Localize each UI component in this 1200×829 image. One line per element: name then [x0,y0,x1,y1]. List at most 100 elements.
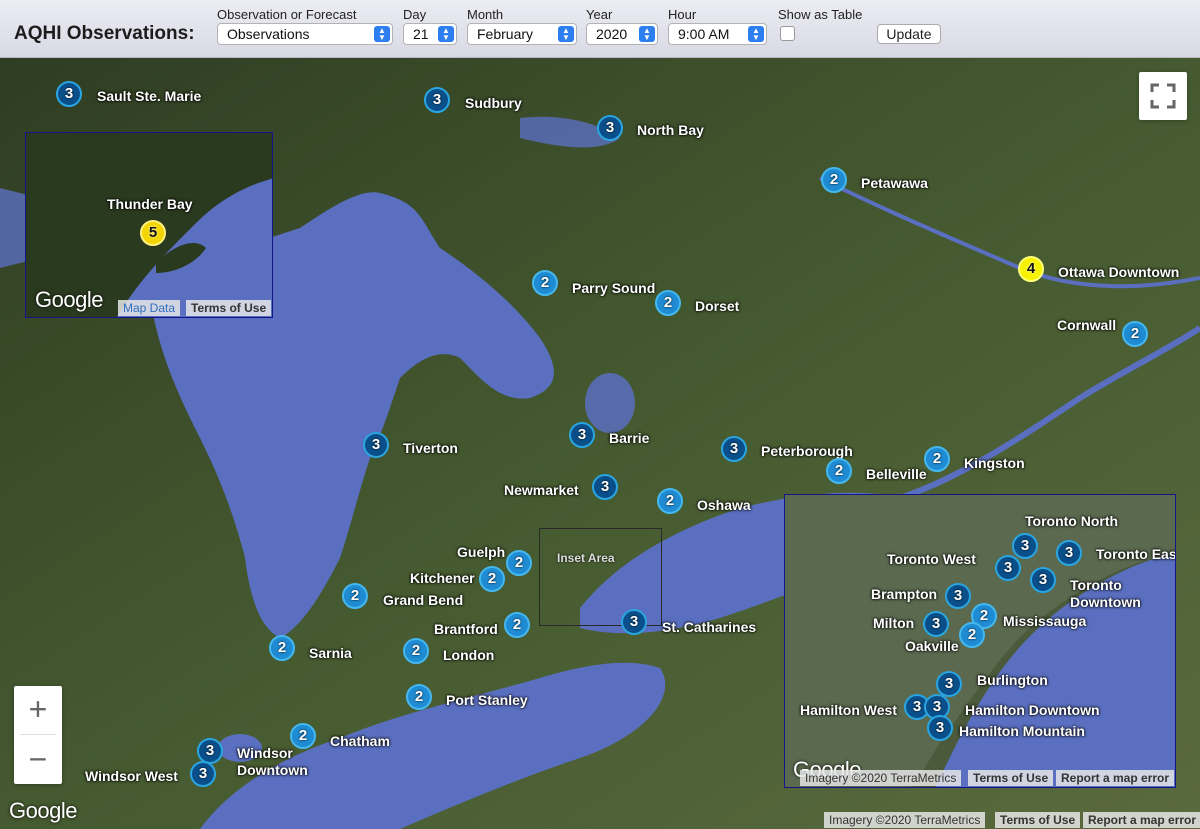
inset-area-label: Inset Area [557,551,615,565]
map[interactable]: 5 Thunder Bay Google Map Data Terms of U… [0,58,1200,829]
terms-of-use-link[interactable]: Terms of Use [968,770,1054,786]
aqhi-marker-belleville[interactable]: 2 [826,458,852,484]
city-label-oakville: Oakville [905,638,959,654]
select-arrows-icon: ▲ ▼ [558,26,574,42]
month-label: Month [467,7,504,22]
aqhi-marker-ottawa-downtown[interactable]: 4 [1018,256,1044,282]
hour-select[interactable]: 9:00 AM ▲ ▼ [668,23,767,45]
zoom-controls: + − [14,686,62,784]
aqhi-marker-london[interactable]: 2 [403,638,429,664]
toronto-inset[interactable]: 3 Toronto North 3 Toronto West 3 Toronto… [784,494,1176,788]
aqhi-marker-toronto-east[interactable]: 3 [1056,540,1082,566]
city-label-oshawa: Oshawa [697,497,751,513]
city-label-dorset: Dorset [695,298,740,314]
month-select[interactable]: February ▲ ▼ [467,23,577,45]
city-label-kingston: Kingston [964,455,1025,471]
city-label-barrie: Barrie [609,430,650,446]
obs-forecast-label: Observation or Forecast [217,7,357,22]
page-title: AQHI Observations: [14,23,195,44]
city-label-windsor-west: Windsor West [85,768,178,784]
aqhi-marker-sarnia[interactable]: 2 [269,635,295,661]
city-label-toronto-downtown: Toronto Downtown [1070,577,1141,610]
aqhi-marker-milton[interactable]: 3 [923,611,949,637]
select-arrows-icon: ▲ ▼ [748,26,764,42]
aqhi-marker-parry-sound[interactable]: 2 [532,270,558,296]
aqhi-marker-toronto-north[interactable]: 3 [1012,533,1038,559]
city-label-peterborough: Peterborough [761,443,853,459]
aqhi-marker-toronto-west[interactable]: 3 [995,555,1021,581]
aqhi-marker-oakville[interactable]: 2 [959,622,985,648]
hour-value: 9:00 AM [678,26,730,42]
zoom-in-button[interactable]: + [14,686,62,734]
aqhi-marker-st-catharines[interactable]: 3 [621,609,647,635]
imagery-attribution: Imagery ©2020 TerraMetrics [824,812,986,828]
aqhi-marker-newmarket[interactable]: 3 [592,474,618,500]
aqhi-marker-petawawa[interactable]: 2 [821,167,847,193]
aqhi-marker-peterborough[interactable]: 3 [721,436,747,462]
city-label-parry-sound: Parry Sound [572,280,656,296]
city-label-chatham: Chatham [330,733,390,749]
aqhi-marker-kitchener[interactable]: 2 [479,566,505,592]
imagery-attribution: Imagery ©2020 TerraMetrics [800,770,962,786]
thunder-bay-inset[interactable]: 5 Thunder Bay Google Map Data Terms of U… [25,132,273,318]
update-button[interactable]: Update [877,24,941,44]
day-value: 21 [413,26,429,42]
aqhi-marker-burlington[interactable]: 3 [936,671,962,697]
city-label-ottawa-downtown: Ottawa Downtown [1058,264,1180,280]
obs-forecast-select[interactable]: Observations ▲ ▼ [217,23,393,45]
report-map-error-link[interactable]: Report a map error [1083,812,1200,828]
city-label-sarnia: Sarnia [309,645,352,661]
fullscreen-button[interactable] [1139,72,1187,120]
city-label-thunder-bay: Thunder Bay [107,196,193,212]
map-data-link[interactable]: Map Data [118,300,181,316]
aqhi-marker-oshawa[interactable]: 2 [657,488,683,514]
aqhi-marker-hamilton-mountain[interactable]: 3 [927,715,953,741]
inset-area-box [539,528,662,626]
aqhi-marker-port-stanley[interactable]: 2 [406,684,432,710]
year-label: Year [586,7,613,22]
city-label-milton: Milton [873,615,915,631]
year-select[interactable]: 2020 ▲ ▼ [586,23,658,45]
hour-label: Hour [668,7,697,22]
aqhi-marker-windsor-west[interactable]: 3 [190,761,216,787]
city-label-kitchener: Kitchener [410,570,475,586]
aqhi-marker-brantford[interactable]: 2 [504,612,530,638]
select-arrows-icon: ▲ ▼ [374,26,390,42]
city-label-cornwall: Cornwall [1057,317,1117,333]
show-table-checkbox[interactable] [780,26,795,41]
aqhi-marker-tiverton[interactable]: 3 [363,432,389,458]
aqhi-marker-barrie[interactable]: 3 [569,422,595,448]
terms-of-use-link[interactable]: Terms of Use [995,812,1081,828]
aqhi-marker-kingston[interactable]: 2 [924,446,950,472]
aqhi-marker-sudbury[interactable]: 3 [424,87,450,113]
toolbar: AQHI Observations: Observation or Foreca… [0,0,1200,58]
report-map-error-link[interactable]: Report a map error [1056,770,1175,786]
city-label-hamilton-mountain: Hamilton Mountain [959,723,1085,739]
aqhi-marker-brampton[interactable]: 3 [945,583,971,609]
terms-of-use-link[interactable]: Terms of Use [186,300,272,316]
city-label-toronto-north: Toronto North [1025,513,1119,529]
aqhi-marker-dorset[interactable]: 2 [655,290,681,316]
year-value: 2020 [596,26,628,42]
city-label-london: London [443,647,495,663]
aqhi-marker-toronto-downtown[interactable]: 3 [1030,567,1056,593]
aqhi-marker-north-bay[interactable]: 3 [597,115,623,141]
city-label-hamilton-west: Hamilton West [800,702,897,718]
city-label-brampton: Brampton [871,586,938,602]
obs-forecast-value: Observations [227,26,310,42]
aqhi-marker-guelph[interactable]: 2 [506,550,532,576]
aqhi-marker-grand-bend[interactable]: 2 [342,583,368,609]
divider [20,734,56,735]
aqhi-marker-sault-ste-marie[interactable]: 3 [56,81,82,107]
city-label-belleville: Belleville [866,466,927,482]
google-logo: Google [9,798,77,823]
city-label-sault-ste-marie: Sault Ste. Marie [97,88,202,104]
aqhi-marker-cornwall[interactable]: 2 [1122,321,1148,347]
city-label-petawawa: Petawawa [861,175,928,191]
city-label-grand-bend: Grand Bend [383,592,464,608]
zoom-out-button[interactable]: − [14,736,62,784]
aqhi-marker-thunder-bay[interactable]: 5 [140,220,166,246]
city-label-port-stanley: Port Stanley [446,692,528,708]
day-select[interactable]: 21 ▲ ▼ [403,23,457,45]
city-label-tiverton: Tiverton [403,440,458,456]
